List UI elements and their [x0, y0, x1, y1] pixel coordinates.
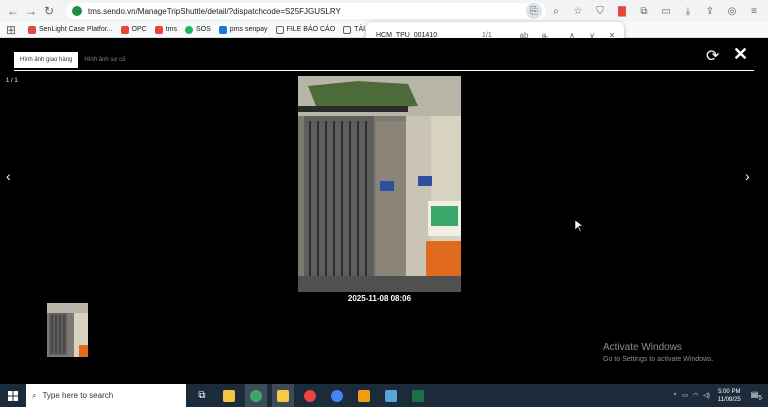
thumbnail-image[interactable] [47, 303, 88, 357]
system-tray: ^ ▭ ◠ ◁) 5:00 PM 11/08/25 ▤5 [673, 384, 768, 407]
image-counter: 1 / 1 [6, 78, 18, 84]
file-explorer-icon[interactable] [218, 384, 240, 407]
task-view-icon[interactable]: ⧉ [191, 384, 213, 407]
activate-title: Activate Windows [603, 342, 682, 353]
bookmark-senlight[interactable]: SenLight Case Platfor... [28, 25, 113, 34]
bookmark-favicon [28, 25, 36, 34]
reload-icon[interactable]: ↻ [40, 2, 58, 20]
excel-icon[interactable] [407, 384, 429, 407]
tabs-divider [14, 70, 754, 71]
app-icon-orange[interactable] [299, 384, 321, 407]
sticky-notes-icon[interactable] [272, 384, 294, 407]
extensions-icon[interactable]: ⧉ [636, 3, 652, 19]
chrome-icon[interactable] [326, 384, 348, 407]
bookmark-favicon [185, 25, 193, 34]
folder-icon [275, 25, 284, 34]
toolbar-right: ⎘ ⌕ ☆ ⛉ ▇ ⧉ ▭ ⤓ ⇪ ◎ ≡ [526, 3, 762, 19]
back-icon[interactable]: ← [4, 2, 22, 20]
delivery-photo [298, 76, 461, 292]
notification-count: 5 [758, 394, 762, 402]
taskbar-search-input[interactable]: ⌕ Type here to search [26, 384, 186, 407]
chevron-right-icon[interactable]: › [745, 168, 750, 184]
browser-toolbar: ← → ↻ tms.sendo.vn/ManageTripShuttle/det… [0, 0, 768, 22]
search-placeholder: Type here to search [42, 391, 114, 400]
activate-windows-watermark: Activate Windows Go to Settings to activ… [603, 342, 714, 363]
tab-delivery-images[interactable]: Hình ảnh giao hàng [14, 52, 79, 68]
share-icon[interactable]: ⇪ [702, 3, 718, 19]
clock[interactable]: 5:00 PM 11/08/25 [718, 388, 741, 404]
clock-date: 11/08/25 [717, 396, 741, 403]
download-icon[interactable]: ⤓ [680, 3, 696, 19]
address-bar[interactable]: tms.sendo.vn/ManageTripShuttle/detail/?d… [66, 3, 546, 19]
apps-grid-icon[interactable]: ⊞ [2, 21, 20, 39]
extension-app-icon[interactable]: ▇ [614, 3, 630, 19]
tab-incident-images[interactable]: Hình ảnh sự cố [78, 52, 131, 68]
search-icon: ⌕ [32, 390, 37, 400]
site-info-icon[interactable] [72, 6, 82, 16]
volume-icon[interactable]: ◁) [703, 392, 710, 399]
image-viewer: Hình ảnh giao hàng Hình ảnh sự cố ⟳ ✕ 1 … [0, 38, 768, 378]
chrome-taskbar-icon[interactable] [245, 384, 267, 407]
app-icon-box[interactable] [353, 384, 375, 407]
bookmark-favicon [120, 25, 129, 34]
network-icon[interactable]: ◠ [693, 392, 698, 399]
windows-start-icon[interactable] [0, 384, 26, 407]
bookmark-sos[interactable]: SOS [185, 25, 211, 34]
notification-icon[interactable]: ▤5 [751, 390, 762, 402]
shield-icon[interactable]: ⛉ [592, 3, 608, 19]
bookmark-tms[interactable]: tms [154, 25, 177, 34]
bookmark-pms-senpay[interactable]: pms senpay [218, 25, 268, 34]
zoom-icon[interactable]: ⌕ [548, 3, 564, 19]
viewer-tabs: Hình ảnh giao hàng Hình ảnh sự cố [14, 52, 131, 68]
bookmark-favicon [218, 25, 227, 34]
find-icon[interactable]: ⎘ [526, 3, 542, 19]
bookmark-opc[interactable]: OPC [120, 25, 147, 34]
chevron-left-icon[interactable]: ‹ [6, 168, 11, 184]
activate-subtitle: Go to Settings to activate Windows. [603, 356, 714, 363]
chevron-up-icon[interactable]: ^ [673, 393, 676, 399]
photo-timestamp: 2025-11-08 08:06 [347, 294, 412, 303]
battery-icon[interactable]: ▭ [682, 392, 688, 399]
bookmark-folder-bao-cao[interactable]: FILE BÁO CÁO [275, 25, 335, 34]
clock-time: 5:00 PM [718, 388, 741, 395]
bookmark-favicon [154, 25, 163, 34]
app-icon-notepad[interactable] [380, 384, 402, 407]
split-view-icon[interactable]: ▭ [658, 3, 674, 19]
close-icon[interactable]: ✕ [733, 44, 748, 65]
forward-icon[interactable]: → [22, 2, 40, 20]
windows-taskbar: ⌕ Type here to search ⧉ ^ ▭ ◠ ◁) 5:00 PM… [0, 384, 768, 407]
url-text: tms.sendo.vn/ManageTripShuttle/detail/?d… [88, 6, 341, 16]
rotate-icon[interactable]: ⟳ [706, 46, 719, 66]
mouse-cursor-icon [575, 220, 583, 232]
menu-icon[interactable]: ≡ [746, 3, 762, 19]
folder-icon [343, 25, 352, 34]
bookmark-star-icon[interactable]: ☆ [570, 3, 586, 19]
profile-icon[interactable]: ◎ [724, 3, 740, 19]
